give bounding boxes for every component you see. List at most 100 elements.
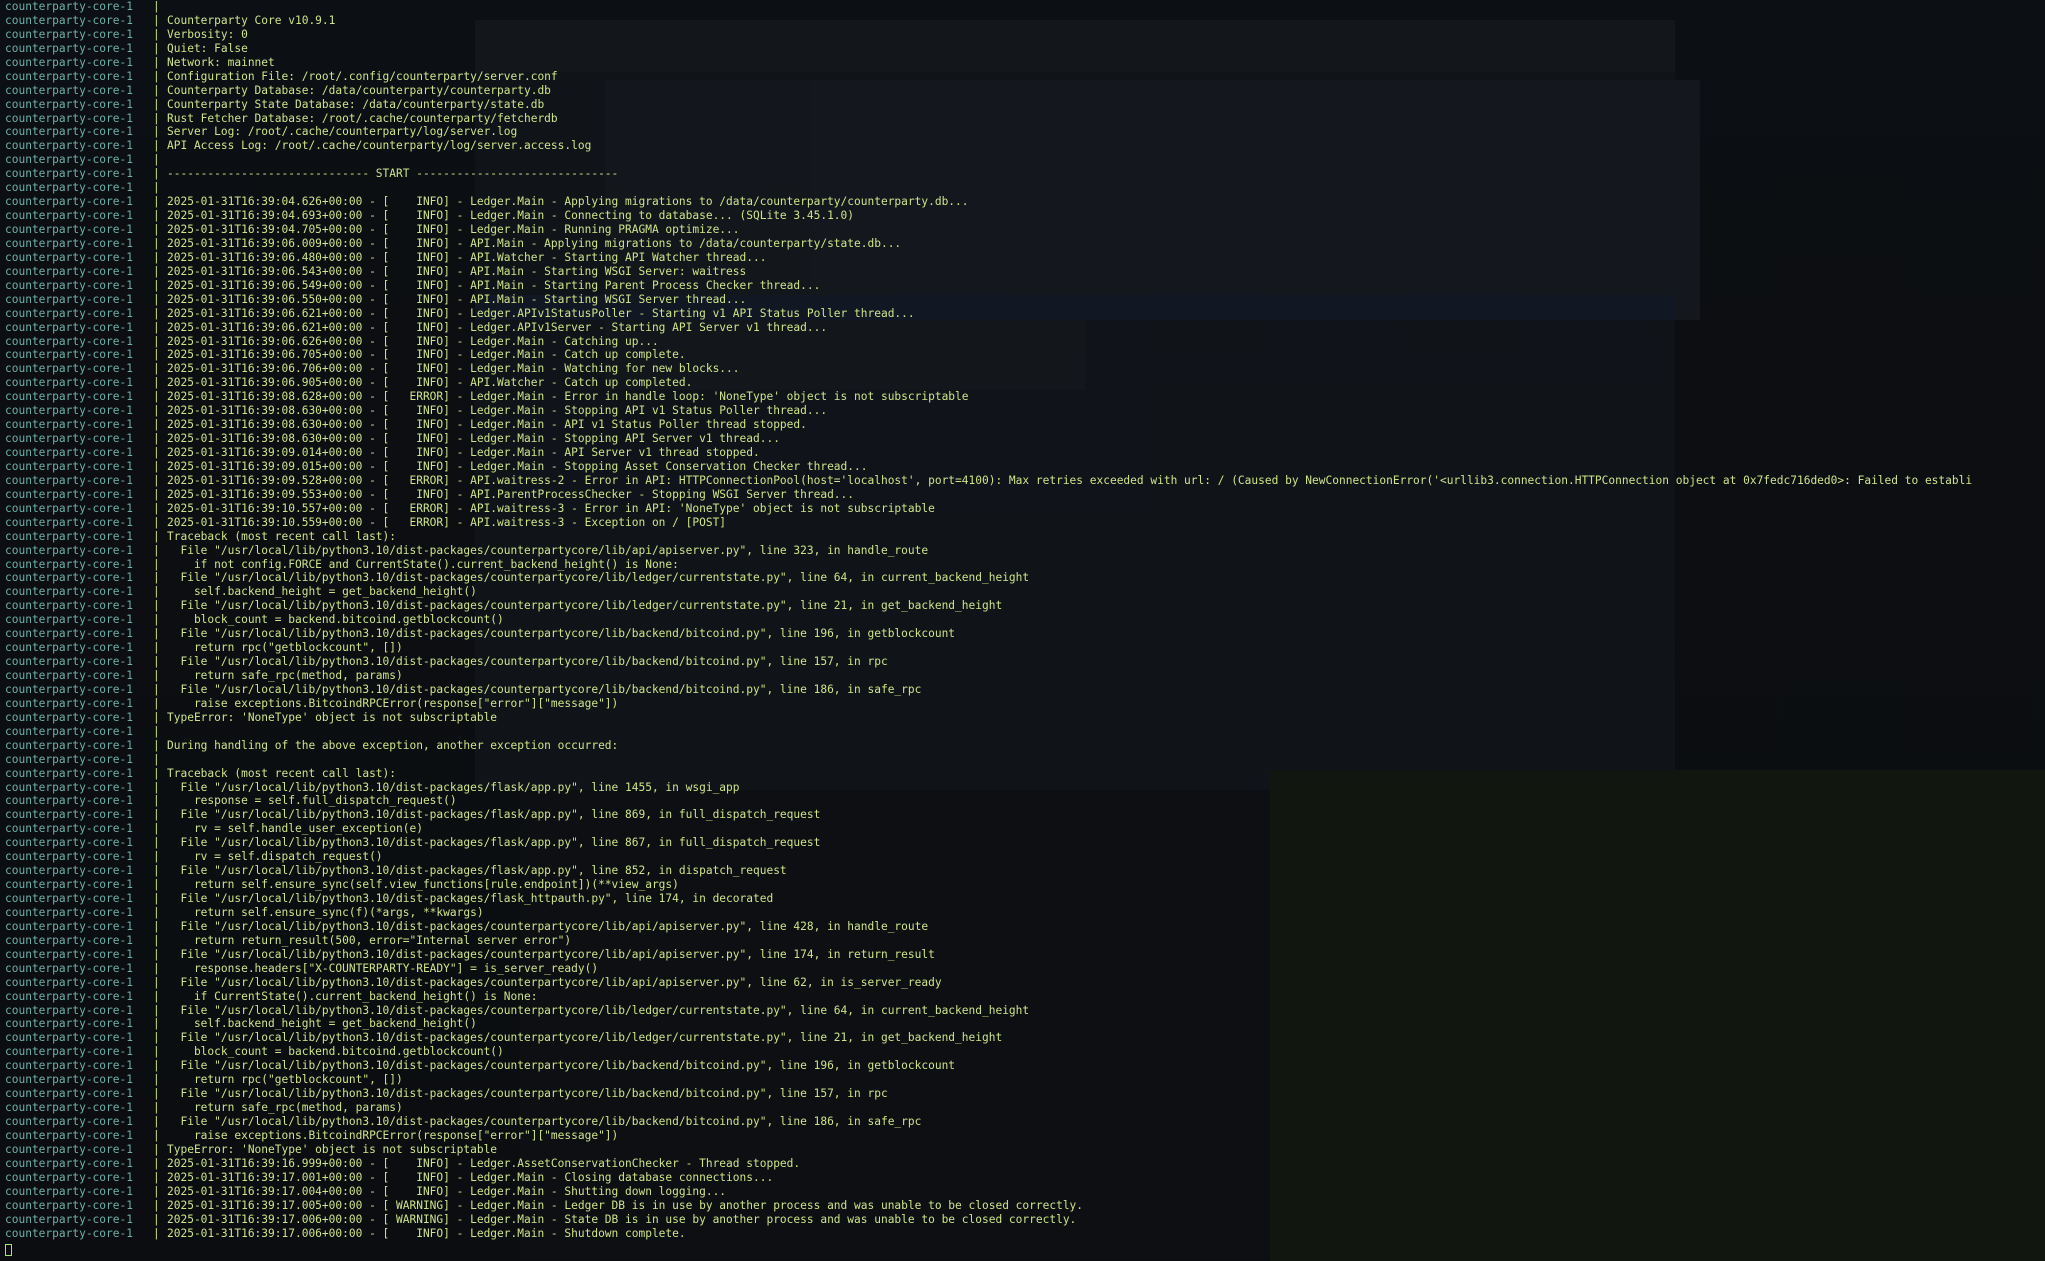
log-message: File "/usr/local/lib/python3.10/dist-pac… [167, 919, 929, 933]
container-name-prefix: counterparty-core-1 [5, 724, 133, 738]
log-message: 2025-01-31T16:39:17.006+00:00 - [ WARNIN… [167, 1212, 1077, 1226]
terminal-line: counterparty-core-1 | File "/usr/local/li… [0, 1031, 2045, 1045]
container-name-prefix: counterparty-core-1 [5, 975, 133, 989]
terminal-line: counterparty-core-1 | raise exceptions.Bi… [0, 1129, 2045, 1143]
container-name-prefix: counterparty-core-1 [5, 585, 133, 599]
line-separator: | [153, 1212, 160, 1226]
line-separator: | [153, 97, 160, 111]
terminal-line: counterparty-core-1 | 2025-01-31T16:39:06.… [0, 279, 2045, 293]
container-name-prefix: counterparty-core-1 [5, 376, 133, 390]
terminal-line: counterparty-core-1 | File "/usr/local/li… [0, 571, 2045, 585]
terminal-line: counterparty-core-1 | 2025-01-31T16:39:08.… [0, 404, 2045, 418]
terminal-line: counterparty-core-1 | Traceback (most rece… [0, 767, 2045, 781]
terminal-line: counterparty-core-1 | --------------------… [0, 167, 2045, 181]
line-separator: | [153, 111, 160, 125]
terminal-line: counterparty-core-1 | File "/usr/local/li… [0, 948, 2045, 962]
line-separator: | [153, 1184, 160, 1198]
container-name-prefix: counterparty-core-1 [5, 306, 133, 320]
line-separator: | [153, 334, 160, 348]
container-name-prefix: counterparty-core-1 [5, 892, 133, 905]
line-separator: | [153, 1087, 160, 1101]
line-separator: | [153, 1156, 160, 1170]
line-separator: | [153, 306, 160, 320]
terminal-line: counterparty-core-1 | return rpc("getbloc… [0, 641, 2045, 655]
container-name-prefix: counterparty-core-1 [5, 292, 133, 306]
line-separator: | [153, 947, 160, 961]
terminal-line: counterparty-core-1 | File "/usr/local/li… [0, 683, 2045, 697]
line-separator: | [153, 1045, 160, 1059]
log-message: 2025-01-31T16:39:16.999+00:00 - [ INFO] … [167, 1156, 801, 1170]
log-message: 2025-01-31T16:39:08.630+00:00 - [ INFO] … [167, 404, 828, 418]
terminal-line: counterparty-core-1 | Counterparty Core v1… [0, 14, 2045, 28]
line-separator: | [153, 348, 160, 362]
line-separator: | [153, 83, 160, 97]
log-message: 2025-01-31T16:39:08.628+00:00 - [ ERROR]… [167, 390, 969, 404]
line-separator: | [153, 41, 160, 55]
terminal-cursor [5, 1244, 12, 1256]
container-name-prefix: counterparty-core-1 [5, 334, 133, 348]
container-name-prefix: counterparty-core-1 [5, 752, 133, 766]
log-message: File "/usr/local/lib/python3.10/dist-pac… [167, 947, 935, 961]
log-message: 2025-01-31T16:39:06.626+00:00 - [ INFO] … [167, 334, 659, 348]
terminal-line: counterparty-core-1 | File "/usr/local/li… [0, 864, 2045, 878]
terminal-line: counterparty-core-1 | 2025-01-31T16:39:06.… [0, 265, 2045, 279]
terminal-line: counterparty-core-1 | 2025-01-31T16:39:17.… [0, 1227, 2045, 1241]
log-message: ------------------------------ START ---… [167, 167, 619, 181]
terminal-line: counterparty-core-1 | Traceback (most rece… [0, 530, 2045, 544]
terminal-line: counterparty-core-1 | 2025-01-31T16:39:09.… [0, 460, 2045, 474]
terminal-line: counterparty-core-1 | API Access Log: /roo… [0, 139, 2045, 153]
line-separator: | [153, 850, 160, 864]
line-separator: | [153, 1017, 160, 1031]
terminal-line: counterparty-core-1 | 2025-01-31T16:39:17.… [0, 1185, 2045, 1199]
line-separator: | [153, 738, 160, 752]
container-name-prefix: counterparty-core-1 [5, 195, 133, 209]
log-message: 2025-01-31T16:39:10.559+00:00 - [ ERROR]… [167, 515, 727, 529]
line-separator: | [153, 975, 160, 989]
line-separator: | [153, 473, 160, 487]
terminal-line: counterparty-core-1 | response.headers["X… [0, 962, 2045, 976]
terminal-line: counterparty-core-1 | self.backend_height… [0, 585, 2045, 599]
log-message: return rpc("getblockcount", []) [167, 1073, 403, 1087]
log-message: 2025-01-31T16:39:10.557+00:00 - [ ERROR]… [167, 501, 935, 515]
terminal-line: counterparty-core-1 | 2025-01-31T16:39:16.… [0, 1157, 2045, 1171]
terminal-line: counterparty-core-1 | Quiet: False [0, 42, 2045, 56]
log-message: 2025-01-31T16:39:06.905+00:00 - [ INFO] … [167, 376, 693, 390]
log-message: 2025-01-31T16:39:06.621+00:00 - [ INFO] … [167, 320, 828, 334]
terminal-line: counterparty-core-1 | Rust Fetcher Databas… [0, 112, 2045, 126]
line-separator: | [153, 989, 160, 1003]
terminal-line: counterparty-core-1 | 2025-01-31T16:39:17.… [0, 1213, 2045, 1227]
container-name-prefix: counterparty-core-1 [5, 710, 133, 724]
line-separator: | [153, 905, 160, 919]
log-message: File "/usr/local/lib/python3.10/dist-pac… [167, 864, 787, 878]
terminal-line: counterparty-core-1 | File "/usr/local/li… [0, 781, 2045, 795]
container-name-prefix: counterparty-core-1 [5, 1156, 133, 1170]
line-separator: | [153, 1031, 160, 1045]
container-name-prefix: counterparty-core-1 [5, 627, 133, 641]
container-name-prefix: counterparty-core-1 [5, 236, 133, 250]
line-separator: | [153, 1128, 160, 1142]
container-name-prefix: counterparty-core-1 [5, 543, 133, 557]
terminal-line: counterparty-core-1 | response = self.ful… [0, 794, 2045, 808]
log-message: Configuration File: /root/.config/counte… [167, 69, 558, 83]
container-name-prefix: counterparty-core-1 [5, 446, 133, 459]
terminal-line: counterparty-core-1 | 2025-01-31T16:39:06.… [0, 307, 2045, 321]
terminal-line: counterparty-core-1 | 2025-01-31T16:39:09.… [0, 474, 2045, 488]
container-name-prefix: counterparty-core-1 [5, 1128, 133, 1142]
terminal-line: counterparty-core-1 | Counterparty State D… [0, 98, 2045, 112]
terminal-line: counterparty-core-1 | return return_resul… [0, 934, 2045, 948]
log-message: File "/usr/local/lib/python3.10/dist-pac… [167, 1087, 888, 1101]
container-name-prefix: counterparty-core-1 [5, 264, 133, 278]
terminal-output[interactable]: counterparty-core-1 | counterparty-core-1 |… [0, 0, 2045, 1261]
terminal-line: counterparty-core-1 | return safe_rpc(met… [0, 669, 2045, 683]
container-name-prefix: counterparty-core-1 [5, 418, 133, 432]
log-message: return safe_rpc(method, params) [167, 669, 403, 682]
container-name-prefix: counterparty-core-1 [5, 278, 133, 292]
line-separator: | [153, 320, 160, 334]
line-separator: | [153, 223, 160, 236]
terminal-line: counterparty-core-1 | rv = self.dispatch_… [0, 850, 2045, 864]
line-separator: | [153, 696, 160, 710]
line-separator: | [153, 292, 160, 306]
log-message: 2025-01-31T16:39:06.706+00:00 - [ INFO] … [167, 362, 740, 376]
terminal-line: counterparty-core-1 | block_count = backe… [0, 1045, 2045, 1059]
log-message: 2025-01-31T16:39:17.001+00:00 - [ INFO] … [167, 1170, 774, 1184]
